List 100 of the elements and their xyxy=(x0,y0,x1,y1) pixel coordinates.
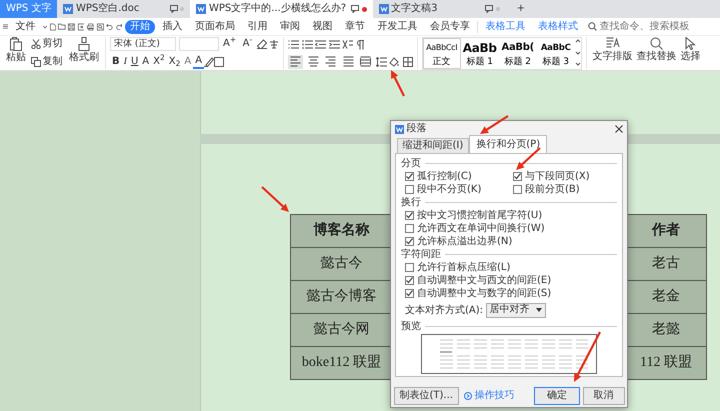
ribbon-button[interactable]: 选择 xyxy=(678,50,703,64)
close-icon[interactable] xyxy=(615,125,623,133)
font-format-button[interactable]: A xyxy=(140,55,152,69)
export-icon[interactable] xyxy=(78,22,84,32)
highlighter-icon[interactable] xyxy=(204,57,214,67)
line-spacing-icon[interactable] xyxy=(376,56,387,66)
align-right-button[interactable] xyxy=(323,54,338,68)
paragraph-mark-icon[interactable] xyxy=(356,40,365,50)
font-format-button[interactable]: X$_{2}$ xyxy=(166,55,182,69)
table-cell: 老懿 xyxy=(652,322,680,337)
menu-tab[interactable]: 视图 xyxy=(307,20,338,34)
file-menu[interactable]: 文件 xyxy=(10,20,40,34)
annotation-arrow xyxy=(574,332,601,382)
document-icon xyxy=(196,4,206,14)
bullet-list-icon[interactable] xyxy=(288,40,300,49)
menu-tab[interactable]: 表格工具 xyxy=(480,20,531,34)
checkbox-label: 允许标点溢出边界(N) xyxy=(417,235,512,248)
numbered-list-icon[interactable] xyxy=(302,40,313,49)
menu-tab[interactable]: 会员专享 xyxy=(424,20,475,34)
dialog-button[interactable]: 取消 xyxy=(582,386,624,404)
menu-tab[interactable]: 引用 xyxy=(242,20,272,34)
document-tab[interactable]: WPS空白.doc xyxy=(57,0,190,18)
info-icon xyxy=(464,392,472,400)
search-field[interactable]: 查找命令、搜索模板 xyxy=(600,20,718,32)
tips-link[interactable]: 操作技巧 xyxy=(474,390,514,402)
indent-icon[interactable] xyxy=(328,40,340,49)
printer-icon[interactable] xyxy=(86,22,94,32)
style-preset[interactable]: AaBbCcI 正文 xyxy=(422,38,461,69)
menu-tab[interactable]: 插入 xyxy=(157,20,188,34)
font-format-button[interactable]: A xyxy=(182,55,194,69)
checkbox[interactable] xyxy=(405,172,414,181)
brush-icon[interactable] xyxy=(78,37,90,51)
format-painter-button[interactable]: 格式刷 xyxy=(67,51,101,65)
font-format-button[interactable]: U xyxy=(128,55,140,69)
redo-icon[interactable] xyxy=(116,22,122,31)
checkbox[interactable] xyxy=(405,211,414,220)
ribbon-button[interactable]: 文字排版 xyxy=(590,50,635,64)
menu-tab[interactable]: 表格样式 xyxy=(533,20,584,34)
checkbox[interactable] xyxy=(405,263,414,272)
menu-tab[interactable]: 审阅 xyxy=(274,20,305,34)
font-size-button[interactable]: A$^{-}$ xyxy=(240,37,254,51)
font-format-button[interactable]: I xyxy=(122,55,129,69)
menu-tab[interactable]: 页面布局 xyxy=(190,20,240,34)
shading-icon[interactable] xyxy=(389,56,400,66)
select-tool-icon[interactable] xyxy=(684,37,698,50)
checkbox[interactable] xyxy=(513,172,522,181)
borders-icon[interactable] xyxy=(402,56,413,66)
checkbox[interactable] xyxy=(405,289,414,298)
checkbox[interactable] xyxy=(405,185,414,194)
checkbox[interactable] xyxy=(513,185,522,194)
dialog-tab[interactable]: 换行和分页(P) xyxy=(469,135,548,153)
caret-icon[interactable] xyxy=(42,24,48,28)
app-icon xyxy=(395,124,404,134)
align-center-button[interactable] xyxy=(306,54,321,68)
font-size-button[interactable]: A$^{+}$ xyxy=(221,37,238,51)
phonetic-icon[interactable] xyxy=(269,39,280,49)
font-dropdown[interactable]: 宋体 (正文) xyxy=(110,37,176,51)
alignment-dropdown[interactable]: 居中对齐 xyxy=(486,302,546,318)
gallery-scroll-icon[interactable] xyxy=(574,38,581,68)
scissors-icon[interactable] xyxy=(30,39,40,49)
find-tool-icon[interactable] xyxy=(650,37,664,50)
checkbox[interactable] xyxy=(405,237,414,246)
dialog-tab[interactable]: 缩进和间距(I) xyxy=(396,138,470,153)
ok-button[interactable]: 确定 xyxy=(534,386,580,404)
menu-tab[interactable]: 章节 xyxy=(340,20,370,34)
checkbox[interactable] xyxy=(405,224,414,233)
align-left-button[interactable] xyxy=(288,54,304,68)
menu-tab[interactable]: 开发工具 xyxy=(372,20,422,34)
copy-icon[interactable] xyxy=(30,57,40,67)
align-justify-button[interactable] xyxy=(340,54,356,68)
document-tab[interactable]: WPS文字中的...少横线怎么办? xyxy=(190,0,373,18)
new-tab-button[interactable]: + xyxy=(510,0,531,18)
sort-icon[interactable] xyxy=(342,40,354,49)
menu-icon[interactable] xyxy=(2,23,8,30)
font-format-button[interactable]: A xyxy=(193,55,204,69)
paste-button[interactable]: 粘贴 xyxy=(4,51,28,65)
layout-tool-icon[interactable] xyxy=(606,37,620,50)
outdent-icon[interactable] xyxy=(315,40,326,49)
document-tab[interactable]: 文字文稿3 xyxy=(372,0,506,18)
section-title: 分页 xyxy=(401,157,421,170)
copy-button[interactable]: 复制 xyxy=(40,55,64,69)
undo-icon[interactable] xyxy=(106,22,113,31)
save-icon[interactable] xyxy=(68,22,76,32)
table-cell: boke112 联盟 xyxy=(302,354,382,370)
eraser-icon[interactable] xyxy=(256,39,267,49)
character-border-icon[interactable] xyxy=(214,57,224,67)
table-cell: 懿古今网 xyxy=(314,322,370,337)
folder-icon[interactable] xyxy=(58,22,66,31)
menu-tab[interactable]: 开始 xyxy=(124,20,155,34)
align-distributed-button[interactable] xyxy=(358,54,374,68)
font-format-button[interactable]: X$^{2}$ xyxy=(151,55,167,69)
dialog-button[interactable]: 制表位(T)... xyxy=(394,386,459,404)
print-preview-icon[interactable] xyxy=(96,22,104,32)
annotation-arrow xyxy=(261,186,289,212)
paste-icon[interactable] xyxy=(10,37,22,51)
cut-button[interactable]: 剪切 xyxy=(40,37,64,51)
new-document-icon[interactable] xyxy=(50,22,56,32)
font-format-button[interactable]: B xyxy=(110,55,122,69)
checkbox[interactable] xyxy=(405,276,414,285)
ribbon-button[interactable]: 查找替换 xyxy=(634,50,679,64)
